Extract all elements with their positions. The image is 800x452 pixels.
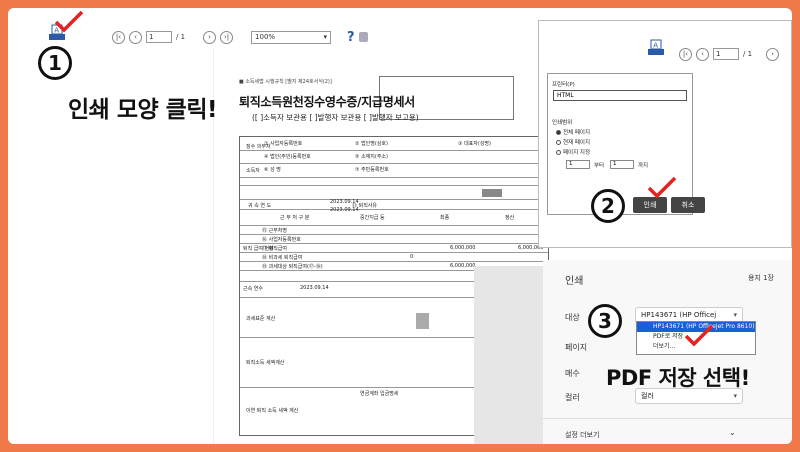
- overlay-shade: [474, 266, 548, 444]
- from-label: 부터: [594, 163, 605, 169]
- to-label: 까지: [638, 163, 649, 169]
- range-from-input[interactable]: 1: [566, 160, 590, 169]
- prev-page-button[interactable]: ‹: [129, 30, 142, 44]
- range-all-radio[interactable]: 전체 페이지: [556, 128, 590, 136]
- destination-label: 대상: [565, 313, 580, 322]
- print-title: 인쇄: [565, 276, 584, 287]
- screenshot-frame: A |‹ ‹ 1 / 1 › ›| 100% ? ■ 소득세법 시행규칙 [별지…: [8, 8, 792, 444]
- printer-label: 프린터(P): [552, 82, 575, 88]
- red-check-icon-2: [647, 176, 677, 204]
- page-input[interactable]: 1: [146, 31, 172, 43]
- chevron-down-icon[interactable]: ⌄: [729, 428, 736, 437]
- page-total: / 1: [176, 33, 186, 41]
- viewer-toolbar: |‹ ‹ 1 / 1 › ›| 100% ?: [112, 25, 368, 49]
- more-settings-link[interactable]: 설정 더보기: [565, 430, 599, 440]
- range-label: 인쇄범위: [552, 120, 573, 126]
- tool-icon[interactable]: [358, 32, 368, 42]
- copies-label: 매수: [565, 369, 580, 378]
- step-3-badge: 3: [588, 304, 622, 338]
- zoom-select[interactable]: 100%: [251, 30, 332, 44]
- form-note: ■ 소득세법 시행규칙 [별지 제24호서식(2)]: [239, 79, 332, 85]
- step-2-badge: 2: [591, 189, 625, 223]
- first-page-button[interactable]: |‹: [112, 30, 125, 44]
- step-3-note: PDF 저장 선택!: [606, 366, 750, 390]
- printer-select[interactable]: HTML: [553, 90, 687, 101]
- red-check-icon-3: [684, 324, 714, 352]
- range-to-input[interactable]: 1: [610, 160, 634, 169]
- pages-label: 페이지: [565, 343, 588, 352]
- step-1-badge: 1: [38, 46, 72, 80]
- help-icon[interactable]: ?: [347, 30, 355, 45]
- sheet-count: 용지 1장: [748, 274, 774, 282]
- dialog-print-icon[interactable]: A: [647, 39, 665, 57]
- dialog-prev-page-button[interactable]: ‹: [696, 47, 709, 61]
- print-dialog: A |‹ ‹ 1 / 1 › 프린터(P) HTML 인쇄범위 전체 페이지 현…: [538, 20, 792, 248]
- last-page-button[interactable]: ›|: [220, 30, 234, 44]
- range-select-radio[interactable]: 페이지 지정: [556, 148, 590, 156]
- color-label: 컬러: [565, 393, 580, 402]
- dialog-toolbar: |‹ ‹ 1 / 1 ›: [679, 42, 780, 66]
- red-check-icon: [54, 10, 84, 38]
- dialog-next-page-button[interactable]: ›: [766, 47, 780, 61]
- dialog-page-total: / 1: [743, 50, 753, 58]
- range-current-radio[interactable]: 현재 페이지: [556, 138, 590, 146]
- dialog-first-page-button[interactable]: |‹: [679, 47, 692, 61]
- document-subtitle: ([ ]소득자 보관용 [ ]발행자 보관용 [ ]발행자 보고용): [252, 113, 419, 122]
- document-title: 퇴직소득원천징수영수증/지급명세서: [239, 95, 415, 109]
- next-page-button[interactable]: ›: [203, 30, 217, 44]
- svg-text:A: A: [653, 42, 658, 50]
- step-1-note: 인쇄 모양 클릭!: [68, 97, 217, 123]
- dialog-page-input[interactable]: 1: [713, 48, 739, 60]
